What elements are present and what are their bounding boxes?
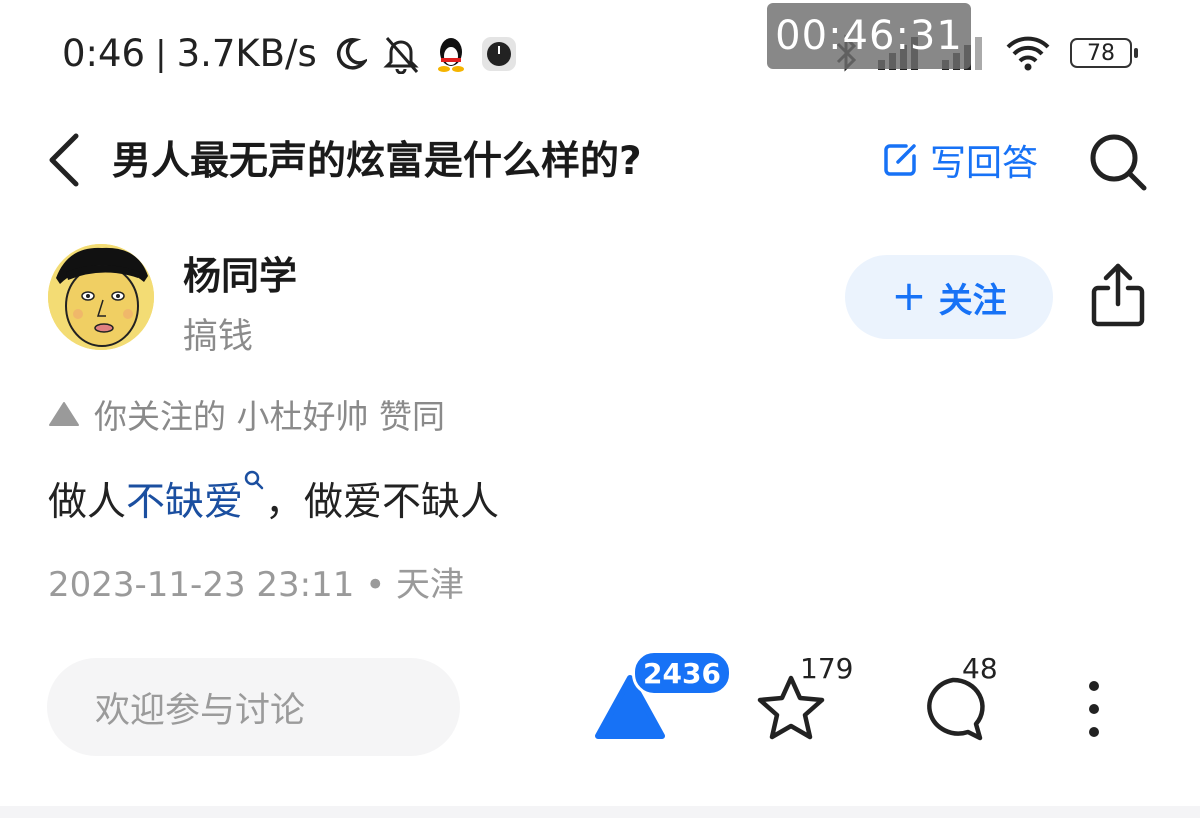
recording-timer: 00:46:31: [767, 3, 971, 69]
answer-text-start: 做人: [48, 480, 127, 525]
moon-icon: [336, 37, 367, 69]
app-clock-icon: [481, 36, 516, 71]
more-vertical-icon: [1089, 681, 1099, 737]
author-name[interactable]: 杨同学: [183, 245, 297, 300]
status-bar-left: 0:46 | 3.7KB/s: [62, 32, 517, 75]
avatar-drawing: [48, 244, 154, 350]
write-answer-label: 写回答: [930, 143, 1039, 184]
comment-placeholder: 欢迎参与讨论: [95, 690, 306, 731]
answer-keyword-link[interactable]: 不缺爱: [126, 480, 243, 525]
author-bio: 搞钱: [183, 317, 254, 357]
follow-label: 关注: [938, 280, 1007, 321]
status-time: 0:46: [62, 32, 146, 75]
upvote-count-badge: 2436: [632, 650, 732, 696]
answer-timestamp: 2023-11-23 23:11 • 天津: [48, 565, 465, 605]
battery-indicator: 78: [1070, 38, 1138, 68]
search-button[interactable]: [1086, 130, 1150, 194]
followed-upvote-hint: 你关注的 小杜好帅 赞同: [48, 390, 445, 438]
battery-level: 78: [1087, 40, 1115, 66]
comment-input[interactable]: 欢迎参与讨论: [47, 658, 460, 756]
question-title[interactable]: 男人最无声的炫富是什么样的?: [112, 130, 642, 186]
qq-penguin-icon: [437, 37, 464, 72]
bottom-divider: [0, 806, 1200, 818]
keyword-search-icon[interactable]: [243, 469, 265, 493]
bell-muted-icon: [383, 36, 419, 74]
share-icon: [1091, 263, 1145, 327]
answer-content: 做人不缺爱 ，做爱不缺人: [48, 469, 500, 527]
status-separator: |: [155, 33, 167, 74]
back-button[interactable]: [40, 130, 92, 190]
network-speed: 3.7KB/s: [176, 32, 317, 75]
answer-text-end: ，做爱不缺人: [265, 480, 500, 525]
comment-count: 48: [962, 652, 998, 685]
upvote-hint-text: 你关注的 小杜好帅 赞同: [94, 397, 445, 436]
edit-icon: [884, 144, 916, 176]
plus-icon: +: [891, 270, 927, 320]
share-button[interactable]: [1088, 262, 1148, 328]
chevron-left-icon: [49, 133, 79, 187]
write-answer-button[interactable]: 写回答: [880, 134, 1038, 186]
search-icon: [1090, 134, 1147, 191]
favorite-count: 179: [800, 652, 854, 685]
wifi-icon: [1006, 36, 1050, 71]
follow-button[interactable]: + 关注: [845, 255, 1053, 339]
more-options-button[interactable]: [1080, 678, 1108, 740]
author-avatar[interactable]: [48, 244, 154, 350]
triangle-upvote-icon: [49, 402, 79, 426]
